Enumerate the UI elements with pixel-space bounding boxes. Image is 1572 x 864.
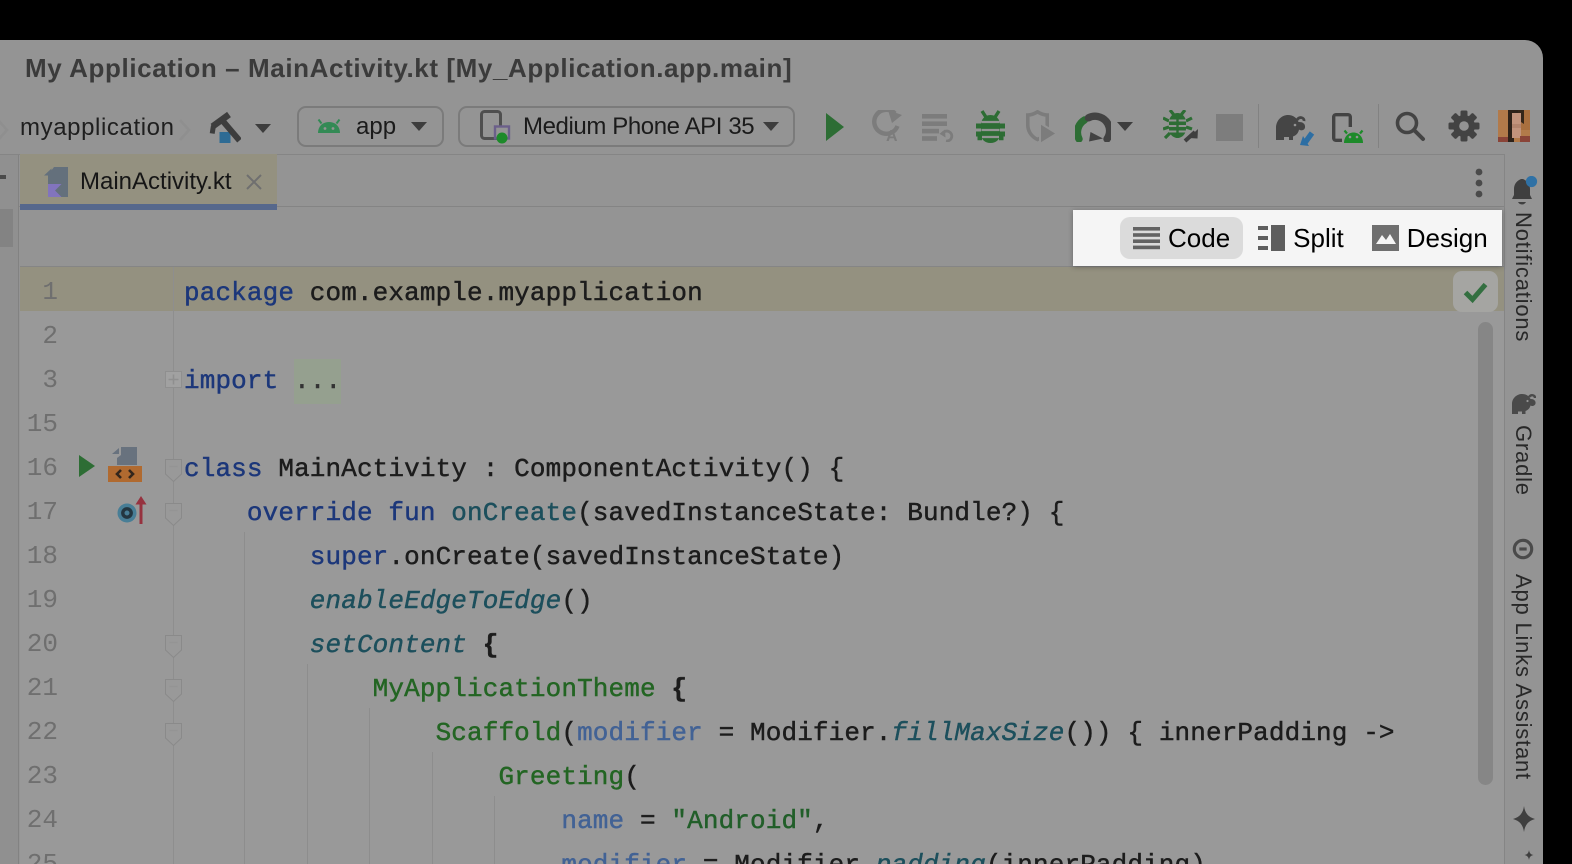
svg-text:A: A — [886, 128, 898, 144]
